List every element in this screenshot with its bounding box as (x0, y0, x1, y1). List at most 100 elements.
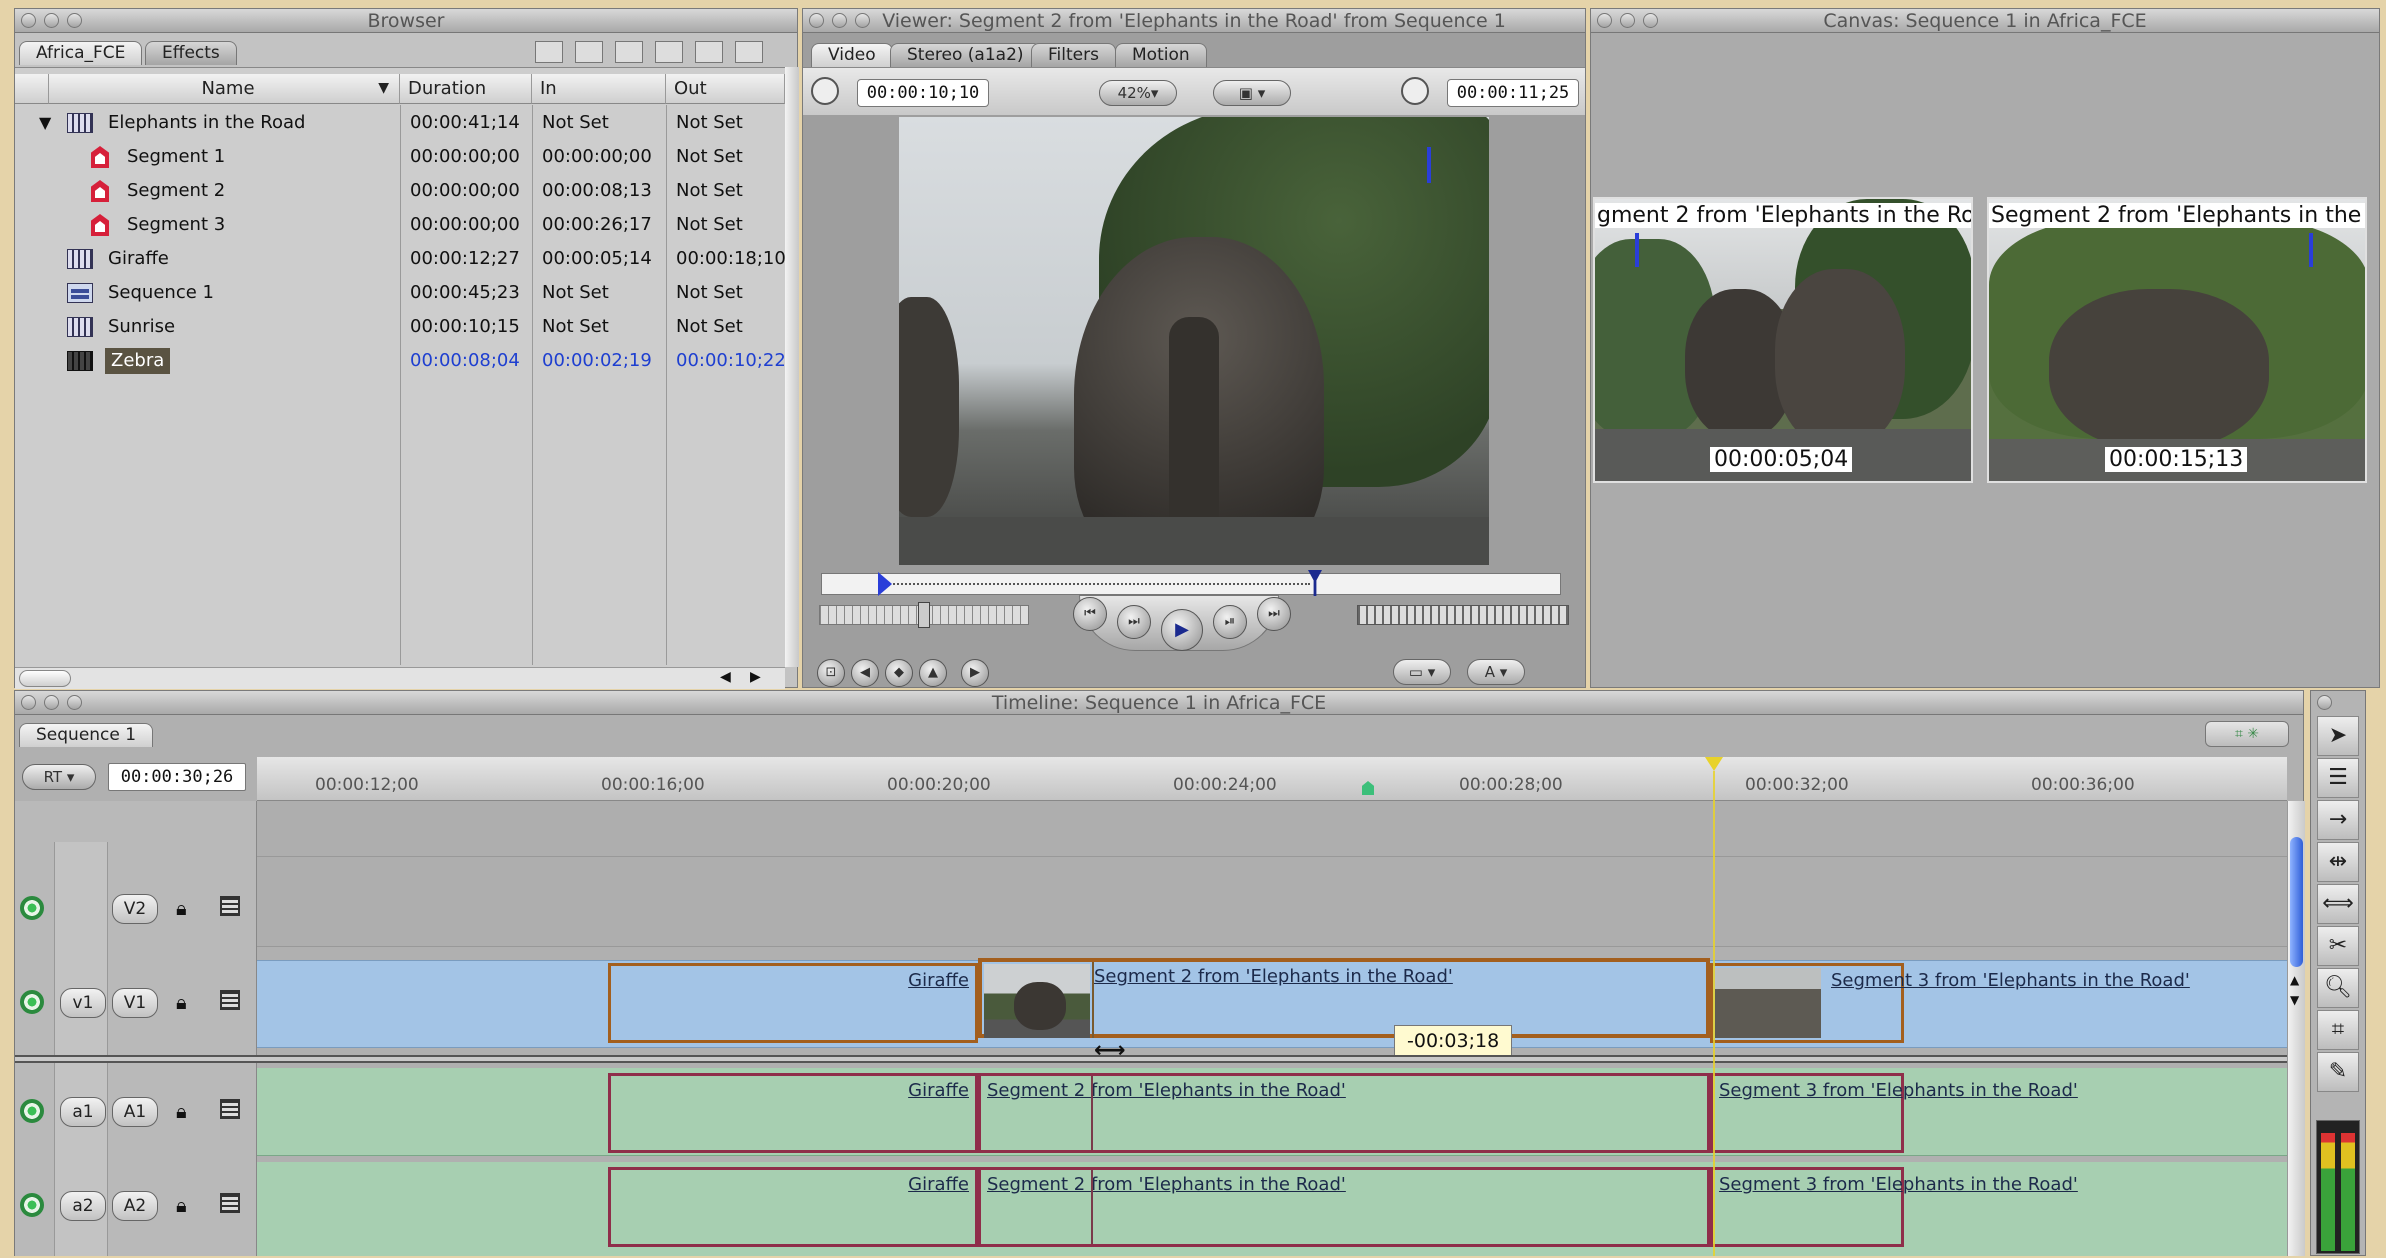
tab-stereo[interactable]: Stereo (a1a2) (890, 43, 1041, 67)
list-item[interactable]: Segment 2 00:00:00;00 00:00:08;13 Not Se… (30, 174, 790, 208)
dest-patch-a1[interactable]: A1 (112, 1097, 158, 1127)
audio-enable-a1-icon[interactable] (20, 1099, 44, 1123)
dest-patch-v2[interactable]: V2 (112, 894, 158, 924)
tab-effects[interactable]: Effects (145, 41, 237, 65)
add-keyframe-button[interactable]: ◆ (885, 659, 913, 687)
dest-patch-a2[interactable]: A2 (112, 1191, 158, 1221)
vscroll-thumb[interactable] (2290, 837, 2303, 967)
lock-track-a1-icon[interactable]: 🔒︎ (176, 1099, 187, 1123)
minimize-window-icon[interactable] (44, 13, 59, 28)
selection-tool-icon[interactable]: ➤ (2317, 716, 2359, 756)
disclosure-triangle-icon[interactable]: ▼ (39, 106, 51, 140)
large-icon-view-icon[interactable] (695, 41, 723, 63)
bin-view-icon[interactable] (615, 41, 643, 63)
play-button[interactable]: ▶ (1161, 609, 1203, 651)
slip-tool-icon[interactable]: ⟺ (2317, 884, 2359, 924)
clip-duration-field[interactable]: 00:00:10;10 (857, 79, 989, 107)
minimize-window-icon[interactable] (44, 695, 59, 710)
list-item[interactable]: Segment 1 00:00:00;00 00:00:00;00 Not Se… (30, 140, 790, 174)
viewer-titlebar[interactable]: Viewer: Segment 2 from 'Elephants in the… (803, 9, 1585, 33)
lock-track-v1-icon[interactable]: 🔒︎ (176, 990, 187, 1014)
shuttle-slider[interactable] (819, 602, 1029, 628)
clip-giraffe-a1[interactable]: Giraffe (608, 1073, 978, 1153)
zoom-window-icon[interactable] (67, 13, 82, 28)
razor-blade-tool-icon[interactable]: ✂ (2317, 926, 2359, 966)
column-header-duration[interactable]: Duration (400, 74, 532, 104)
canvas-titlebar[interactable]: Canvas: Sequence 1 in Africa_FCE (1591, 9, 2379, 33)
pen-tool-icon[interactable]: ✎ (2317, 1052, 2359, 1092)
source-patch-v1[interactable]: v1 (60, 988, 106, 1018)
video-audio-divider[interactable] (15, 1055, 2287, 1063)
zoom-window-icon[interactable] (855, 13, 870, 28)
audio-enable-a2-icon[interactable] (20, 1193, 44, 1217)
match-frame-button[interactable]: ⊡ (817, 659, 845, 687)
select-track-forward-tool-icon[interactable]: → (2317, 800, 2359, 840)
clip-segment2-a2[interactable]: Segment 2 from 'Elephants in the Road' (978, 1167, 1710, 1247)
viewer-scrubber-bar[interactable] (821, 570, 1561, 596)
minimize-window-icon[interactable] (1620, 13, 1635, 28)
close-window-icon[interactable] (21, 695, 36, 710)
list-view-icon[interactable] (535, 41, 563, 63)
clip-segment3-a2[interactable]: Segment 3 from 'Elephants in the Road' (1710, 1167, 2078, 1247)
roll-edit-tool-icon[interactable]: ⇹ (2317, 842, 2359, 882)
playhead-icon[interactable] (1308, 570, 1322, 596)
list-item[interactable]: Sunrise 00:00:10;15 Not Set Not Set (30, 310, 790, 344)
shuttle-thumb[interactable] (918, 602, 930, 628)
close-window-icon[interactable] (21, 13, 36, 28)
recent-clips-popup[interactable]: ▭ ▾ (1393, 659, 1451, 685)
scroll-up-icon[interactable]: ▲ (2290, 973, 2299, 987)
list-item[interactable]: ▼ Elephants in the Road 00:00:41;14 Not … (30, 106, 790, 140)
zoom-popup[interactable]: 42%▾ (1099, 80, 1177, 106)
list-item[interactable]: Giraffe 00:00:12;27 00:00:05;14 00:00:18… (30, 242, 790, 276)
auto-select-a1-icon[interactable] (220, 1099, 240, 1119)
tab-motion[interactable]: Motion (1115, 43, 1207, 67)
auto-select-v2-icon[interactable] (220, 896, 240, 916)
in-point-icon[interactable] (878, 572, 892, 596)
lock-track-a2-icon[interactable]: 🔒︎ (176, 1193, 187, 1217)
track-v2[interactable] (257, 857, 2287, 947)
browser-hscroll[interactable]: ◀ ▶ (15, 667, 785, 689)
list-item-selected[interactable]: Zebra 00:00:08;04 00:00:02;19 00:00:10;2… (30, 344, 790, 378)
play-around-current-button[interactable]: ⏯ (1213, 605, 1247, 639)
zoom-tool-icon[interactable]: 🔍︎ (2317, 968, 2359, 1008)
tab-video[interactable]: Video (811, 43, 893, 67)
scroll-right-icon[interactable]: ▶ (750, 669, 761, 685)
snapping-toggle-icon[interactable]: ⌗ ✳ (2205, 721, 2289, 747)
rt-popup[interactable]: RT ▾ (22, 764, 96, 790)
dest-patch-v1[interactable]: V1 (112, 988, 158, 1018)
column-header-out[interactable]: Out (666, 74, 785, 104)
clip-segment2-video[interactable]: Segment 2 from 'Elephants in the Road' (978, 958, 1710, 1038)
current-timecode-field[interactable]: 00:00:11;25 (1447, 79, 1579, 107)
clip-segment2-a1[interactable]: Segment 2 from 'Elephants in the Road' (978, 1073, 1710, 1153)
clip-segment3-video[interactable]: Segment 3 from 'Elephants in the Road' (1710, 963, 2190, 1043)
timeline-playhead-line[interactable] (1713, 771, 1715, 1256)
tab-africa-fce[interactable]: Africa_FCE (19, 41, 143, 65)
browser-titlebar[interactable]: Browser (15, 9, 797, 33)
timeline-ruler[interactable]: 00:00:12;00 00:00:16;00 00:00:20;00 00:0… (257, 757, 2287, 801)
tab-filters[interactable]: Filters (1031, 43, 1116, 67)
view-popup[interactable]: ▣ ▾ (1213, 80, 1291, 106)
ruler-playhead-icon[interactable] (1705, 757, 1723, 771)
mark-out-button[interactable]: ▶ (961, 659, 989, 687)
close-window-icon[interactable] (1597, 13, 1612, 28)
source-patch-a2[interactable]: a2 (60, 1191, 106, 1221)
jog-control[interactable] (1357, 605, 1569, 625)
icon-view-icon[interactable] (575, 41, 603, 63)
go-to-previous-edit-button[interactable]: ⏮ (1073, 597, 1107, 631)
track-visibility-v2-icon[interactable] (20, 896, 44, 920)
lock-track-v2-icon[interactable]: 🔒︎ (176, 896, 187, 920)
sequence-timecode-field[interactable]: 00:00:30;26 (108, 763, 246, 791)
auto-select-a2-icon[interactable] (220, 1193, 240, 1213)
crop-tool-icon[interactable]: ⌗ (2317, 1010, 2359, 1050)
tab-sequence-1[interactable]: Sequence 1 (19, 723, 154, 747)
hscroll-thumb[interactable] (19, 670, 71, 687)
column-header-name[interactable]: Name ▼ (49, 74, 400, 104)
timeline-titlebar[interactable]: Timeline: Sequence 1 in Africa_FCE (15, 691, 2303, 715)
source-patch-a1[interactable]: a1 (60, 1097, 106, 1127)
track-visibility-v1-icon[interactable] (20, 990, 44, 1014)
columns-view-icon[interactable] (735, 41, 763, 63)
scroll-down-icon[interactable]: ▼ (2290, 993, 2299, 1007)
mark-in-button[interactable]: ◀ (851, 659, 879, 687)
close-window-icon[interactable] (809, 13, 824, 28)
clip-giraffe-video[interactable]: Giraffe (608, 963, 978, 1043)
